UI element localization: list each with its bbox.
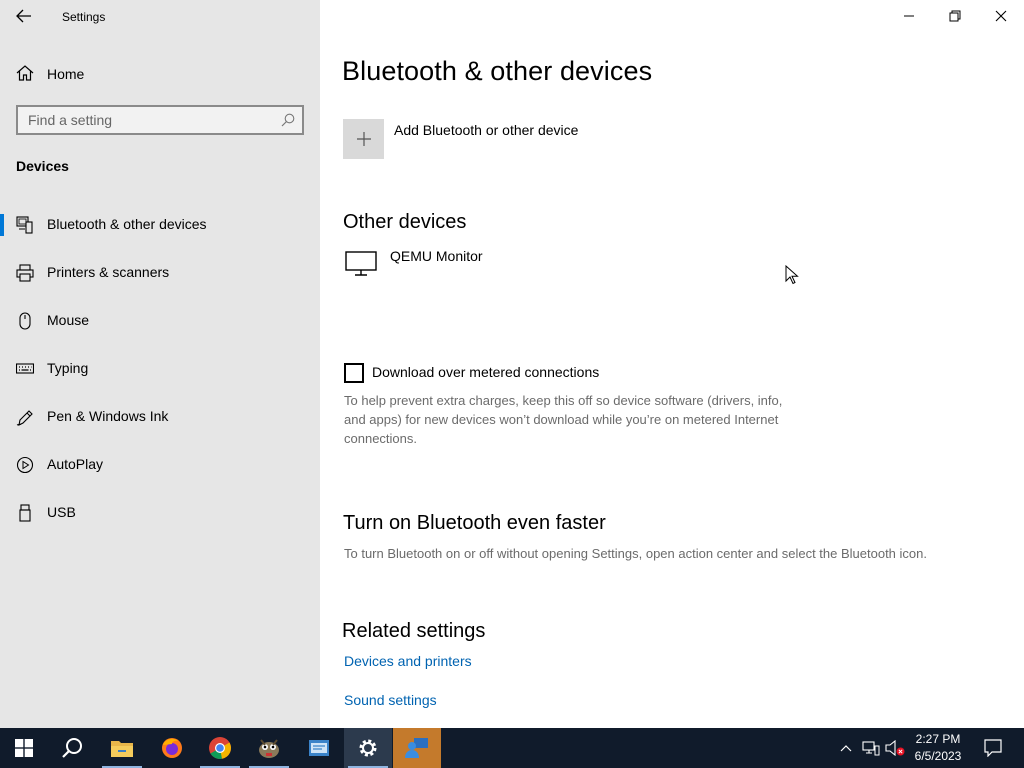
chrome-icon: [209, 737, 231, 759]
firefox-icon: [162, 738, 182, 758]
taskbar-firefox[interactable]: [148, 728, 196, 768]
sidebar-item-autoplay[interactable]: AutoPlay: [0, 444, 320, 484]
start-button[interactable]: [0, 728, 48, 768]
keyboard-icon: [16, 363, 34, 374]
close-icon: [995, 10, 1007, 22]
close-button[interactable]: [978, 0, 1024, 32]
search-icon[interactable]: [281, 113, 295, 127]
network-icon: [862, 741, 880, 756]
show-hidden-icons-button[interactable]: [836, 728, 856, 768]
faster-heading: Turn on Bluetooth even faster: [343, 512, 606, 534]
taskbar-chrome[interactable]: [196, 728, 244, 768]
search-icon: [62, 738, 82, 758]
taskbar-gimp[interactable]: [245, 728, 293, 768]
search-box[interactable]: [16, 105, 304, 135]
other-devices-heading: Other devices: [343, 211, 467, 233]
section-heading: Devices: [16, 158, 69, 174]
taskbar-clock[interactable]: 2:27 PM 6/5/2023: [905, 731, 971, 765]
sidebar-item-pen[interactable]: Pen & Windows Ink: [0, 396, 320, 436]
minimize-icon: [904, 15, 914, 17]
taskbar-notepad-app[interactable]: [295, 728, 343, 768]
restore-icon: [949, 10, 961, 22]
back-arrow-icon: [16, 9, 31, 23]
sidebar-item-typing[interactable]: Typing: [0, 348, 320, 388]
selection-indicator: [0, 214, 4, 236]
sidebar-item-label: AutoPlay: [47, 456, 104, 472]
sidebar-item-printers[interactable]: Printers & scanners: [0, 252, 320, 292]
monitor-icon: [345, 251, 377, 276]
sidebar-item-bluetooth[interactable]: Bluetooth & other devices: [0, 204, 320, 244]
bluetooth-devices-icon: [16, 216, 33, 234]
notepad-app-icon: [309, 740, 329, 756]
autoplay-icon: [16, 456, 34, 474]
usb-icon: [19, 504, 31, 522]
sidebar-item-label: Typing: [47, 360, 89, 376]
file-explorer-icon: [111, 741, 133, 757]
volume-tray-button[interactable]: [884, 728, 906, 768]
taskbar-search-button[interactable]: [48, 728, 96, 768]
metered-description: To help prevent extra charges, keep this…: [344, 393, 783, 446]
action-center-button[interactable]: [978, 728, 1008, 768]
taskbar-settings[interactable]: [344, 728, 392, 768]
printer-icon: [16, 264, 34, 282]
chevron-up-icon: [840, 745, 852, 752]
faster-description: To turn Bluetooth on or off without open…: [344, 546, 927, 561]
volume-muted-icon: [885, 740, 905, 756]
device-item[interactable]: QEMU Monitor: [343, 247, 643, 281]
sidebar-item-label: USB: [47, 504, 76, 520]
page-title: Bluetooth & other devices: [342, 56, 653, 86]
metered-checkbox-label: Download over metered connections: [372, 364, 600, 380]
device-name: QEMU Monitor: [390, 248, 483, 264]
people-icon: [405, 738, 428, 758]
sidebar-item-label: Printers & scanners: [47, 264, 170, 280]
restore-button[interactable]: [932, 0, 978, 32]
app-title: Settings: [62, 10, 106, 24]
plus-icon: [356, 132, 371, 146]
mouse-cursor-icon: [785, 265, 799, 285]
home-nav-item[interactable]: Home: [0, 58, 320, 88]
metered-checkbox-row[interactable]: Download over metered connections: [343, 361, 663, 383]
sidebar-item-usb[interactable]: USB: [0, 492, 320, 532]
add-device-button[interactable]: Add Bluetooth or other device: [343, 119, 643, 159]
pen-icon: [16, 410, 33, 426]
search-input[interactable]: [18, 107, 268, 133]
sidebar-item-label: Pen & Windows Ink: [47, 408, 169, 424]
clock-date: 6/5/2023: [914, 749, 962, 763]
sound-settings-link[interactable]: Sound settings: [344, 692, 437, 708]
start-icon: [15, 739, 33, 757]
devices-and-printers-link[interactable]: Devices and printers: [344, 653, 472, 669]
add-device-label: Add Bluetooth or other device: [394, 122, 579, 138]
sidebar-item-label: Bluetooth & other devices: [47, 216, 207, 232]
gimp-icon: [259, 739, 279, 758]
sidebar: Settings Home Devices Bluetooth & other …: [0, 0, 320, 728]
minimize-button[interactable]: [886, 0, 932, 32]
taskbar: 2:27 PM 6/5/2023: [0, 728, 1024, 768]
clock-time: 2:27 PM: [915, 732, 961, 746]
notification-icon: [984, 739, 1002, 757]
home-label: Home: [47, 66, 85, 82]
network-tray-button[interactable]: [860, 728, 882, 768]
back-button[interactable]: [8, 2, 40, 30]
related-settings-heading: Related settings: [342, 620, 486, 642]
metered-checkbox[interactable]: [344, 363, 364, 383]
sidebar-item-mouse[interactable]: Mouse: [0, 300, 320, 340]
mouse-icon: [19, 312, 31, 330]
sidebar-item-label: Mouse: [47, 312, 90, 328]
add-tile: [343, 119, 384, 159]
taskbar-people[interactable]: [393, 728, 441, 768]
taskbar-file-explorer[interactable]: [98, 728, 146, 768]
settings-icon: [359, 739, 377, 757]
home-icon: [16, 65, 34, 81]
